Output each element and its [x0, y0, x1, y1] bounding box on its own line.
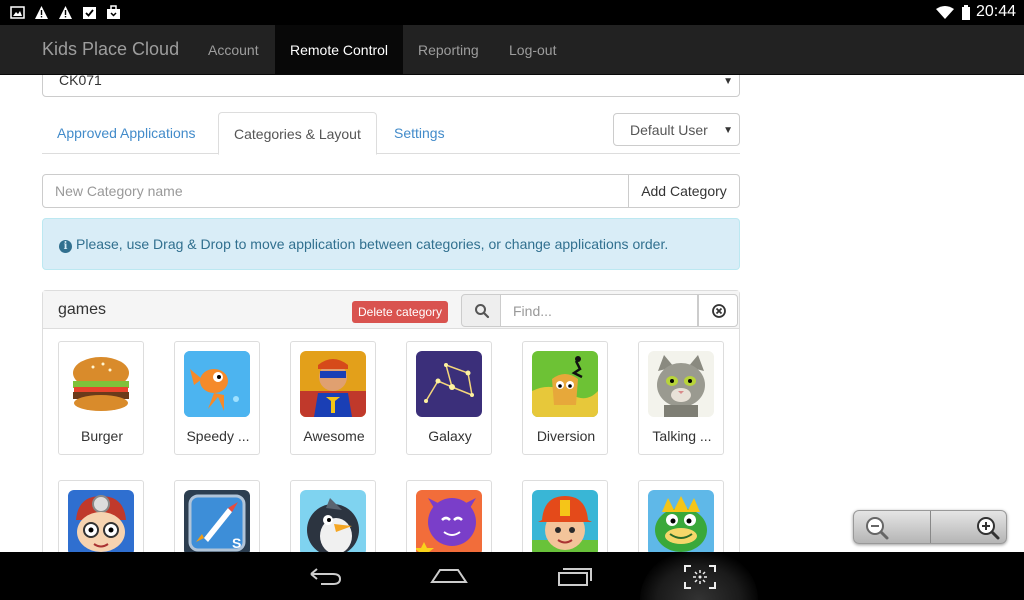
home-button[interactable] [409, 552, 489, 600]
status-bar: 20:44 [0, 0, 1024, 25]
dragon-app-icon [648, 490, 714, 552]
awesome-app-icon [300, 351, 366, 417]
warning-icon [59, 6, 72, 19]
speedy-app-icon [184, 351, 250, 417]
zoom-in-icon [977, 517, 1000, 540]
screenshot-icon [684, 565, 716, 589]
app-name: Diversion [536, 428, 596, 444]
panel-heading: games Delete category Find... [43, 291, 739, 329]
device-select[interactable]: CK071 ▼ [42, 75, 740, 97]
info-icon: i [59, 240, 72, 253]
user-select[interactable]: Default User ▼ [613, 113, 740, 146]
zoom-out-button[interactable] [854, 511, 930, 543]
diversion-app-icon [532, 351, 598, 417]
top-navbar: Kids Place Cloud Account Remote Control … [0, 25, 1024, 75]
nav-account[interactable]: Account [193, 25, 274, 75]
add-category-button[interactable]: Add Category [628, 174, 740, 208]
penguin-app-icon [300, 490, 366, 552]
app-tile[interactable] [522, 480, 608, 552]
tab-approved-applications[interactable]: Approved Applications [42, 112, 211, 154]
app-name: Galaxy [428, 428, 472, 444]
nav-remote-control[interactable]: Remote Control [275, 25, 404, 75]
galaxy-app-icon [416, 351, 482, 417]
main-content: CK071 ▼ Approved Applications Categories… [0, 75, 1024, 552]
category-panel: games Delete category Find... Burger Spe… [42, 290, 740, 552]
app-tile[interactable] [58, 480, 144, 552]
app-tile[interactable]: Speedy ... [174, 341, 260, 455]
app-tile[interactable]: Burger [58, 341, 144, 455]
back-icon [310, 568, 342, 585]
clock: 20:44 [975, 3, 1016, 20]
caret-down-icon: ▼ [723, 125, 733, 136]
search-icon [475, 304, 490, 319]
app-tile[interactable]: Galaxy [406, 341, 492, 455]
app-tile[interactable]: Awesome [290, 341, 376, 455]
app-tile[interactable] [290, 480, 376, 552]
battery-icon [962, 5, 970, 20]
firefighter-app-icon [532, 490, 598, 552]
delete-category-button[interactable]: Delete category [352, 301, 449, 323]
zoom-in-button[interactable] [931, 511, 1007, 543]
doctor-kid-app-icon [68, 490, 134, 552]
app-tile[interactable]: S [174, 480, 260, 552]
clear-circle-icon [712, 304, 726, 318]
wifi-icon [936, 6, 954, 19]
new-category-input[interactable]: New Category name [42, 174, 629, 208]
recent-apps-button[interactable] [535, 552, 615, 600]
burger-app-icon [68, 351, 134, 417]
app-tile[interactable]: Talking ... [638, 341, 724, 455]
clear-search-button[interactable] [698, 294, 738, 327]
tab-settings[interactable]: Settings [379, 112, 460, 154]
system-navigation-bar [0, 552, 1024, 600]
recent-apps-icon [558, 568, 592, 586]
back-button[interactable] [285, 552, 365, 600]
caret-down-icon: ▼ [723, 76, 733, 87]
nav-logout[interactable]: Log-out [494, 25, 571, 75]
alert-text: Please, use Drag & Drop to move applicat… [76, 236, 669, 252]
checkbox-icon [83, 7, 96, 19]
briefcase-icon [107, 5, 120, 19]
app-name: Awesome [303, 428, 365, 444]
purple-monster-app-icon [416, 490, 482, 552]
rocket-app-icon: S [184, 490, 250, 552]
search-addon [461, 294, 501, 327]
app-name: Talking ... [652, 428, 712, 444]
brand-title[interactable]: Kids Place Cloud [42, 39, 179, 60]
zoom-control [853, 510, 1007, 544]
nav-reporting[interactable]: Reporting [403, 25, 494, 75]
app-name: Speedy ... [186, 428, 250, 444]
home-icon [430, 569, 468, 583]
app-tile[interactable]: Diversion [522, 341, 608, 455]
app-tile[interactable] [406, 480, 492, 552]
svg-text:S: S [232, 535, 241, 551]
talking-app-icon [648, 351, 714, 417]
screenshot-button[interactable] [659, 552, 739, 600]
image-icon [10, 6, 25, 19]
device-select-value: CK071 [59, 75, 102, 88]
app-name: Burger [80, 428, 124, 444]
user-select-value: Default User [630, 122, 708, 138]
category-title: games [58, 301, 107, 318]
tab-categories-layout[interactable]: Categories & Layout [218, 112, 377, 155]
app-tile[interactable] [638, 480, 724, 552]
info-alert: i Please, use Drag & Drop to move applica… [42, 218, 740, 270]
find-input[interactable]: Find... [500, 294, 698, 327]
zoom-out-icon [866, 517, 889, 540]
warning-icon [35, 6, 48, 19]
